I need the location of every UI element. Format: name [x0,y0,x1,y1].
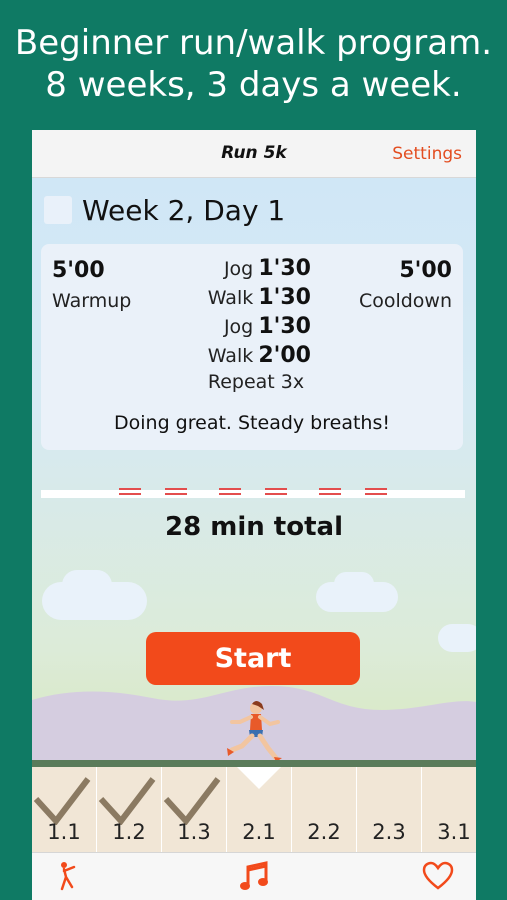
week-tile-label: 1.3 [177,820,211,844]
day-title: Week 2, Day 1 [82,194,286,227]
week-tile-label: 2.3 [372,820,406,844]
checkmark-icon [33,777,91,825]
cooldown-time: 5'00 [399,258,452,283]
settings-button[interactable]: Settings [392,144,462,164]
interval-time: 1'30 [258,314,311,339]
interval-row: Walk 1'30 [181,285,311,314]
timeline-segment [165,488,187,495]
total-duration: 28 min total [165,512,343,542]
workout-timeline [41,488,465,498]
start-button[interactable]: Start [146,632,360,685]
timeline-segment [219,488,241,495]
timeline-segment [365,488,387,495]
workout-card: 5'00 Warmup Jog 1'30 Walk 1'30 Jog 1'30 … [41,244,463,450]
cloud-decoration [334,572,374,596]
week-tile-1-3[interactable]: 1.3 [162,767,227,852]
week-tile-label: 3.1 [437,820,471,844]
week-tile-2-3[interactable]: 2.3 [357,767,422,852]
promo-banner: Beginner run/walk program. 8 weeks, 3 da… [0,22,507,106]
interval-activity: Jog [223,316,254,338]
encouragement-text: Doing great. Steady breaths! [114,412,390,434]
checkmark-icon [98,777,156,825]
interval-time: 1'30 [258,256,311,281]
timeline-segment [119,488,141,495]
runner-illustration [227,701,282,762]
week-tile-1-2[interactable]: 1.2 [97,767,162,852]
heart-icon[interactable] [422,861,454,891]
week-tile-2-1[interactable]: 2.1 [227,767,292,852]
week-tile-label: 1.2 [112,820,146,844]
app-screen: Run 5k Settings Week 2, Day 1 5'00 Warmu… [32,130,476,900]
interval-activity: Jog [223,258,254,280]
day-complete-checkbox[interactable] [44,196,72,224]
current-indicator-icon [237,767,281,789]
week-tile-label: 1.1 [47,820,81,844]
warmup-block: 5'00 Warmup [52,256,131,316]
music-note-icon[interactable] [238,861,270,893]
interval-row: Jog 1'30 [181,314,311,343]
week-tile-2-2[interactable]: 2.2 [292,767,357,852]
interval-list: Jog 1'30 Walk 1'30 Jog 1'30 Walk 2'00 [181,256,311,372]
cloud-decoration [438,624,476,652]
week-tile-3-1[interactable]: 3.1 [422,767,476,852]
navigation-bar: Run 5k Settings [32,130,476,178]
interval-row: Jog 1'30 [181,256,311,285]
interval-time: 2'00 [258,343,311,368]
week-tile-1-1[interactable]: 1.1 [32,767,97,852]
timeline-segment [265,488,287,495]
promo-line-2: 8 weeks, 3 days a week. [45,65,462,105]
promo-line-1: Beginner run/walk program. [14,23,493,63]
interval-activity: Walk [207,345,254,367]
cooldown-block: 5'00 Cooldown [359,256,452,316]
checkmark-icon [163,777,221,825]
interval-activity: Walk [207,287,254,309]
cloud-decoration [62,570,112,600]
repeat-label: Repeat 3x [207,371,305,393]
timeline-segment [319,488,341,495]
week-selector: 1.1 1.2 1.3 2.1 2.2 2.3 3.1 [32,767,476,852]
stretch-icon[interactable] [58,861,80,891]
cooldown-label: Cooldown [358,290,452,312]
week-tile-label: 2.2 [307,820,341,844]
interval-time: 1'30 [258,285,311,310]
week-tile-label: 2.1 [242,820,276,844]
interval-row: Walk 2'00 [181,343,311,372]
warmup-label: Warmup [52,290,132,312]
warmup-time: 5'00 [52,258,105,283]
tab-bar [32,852,476,900]
